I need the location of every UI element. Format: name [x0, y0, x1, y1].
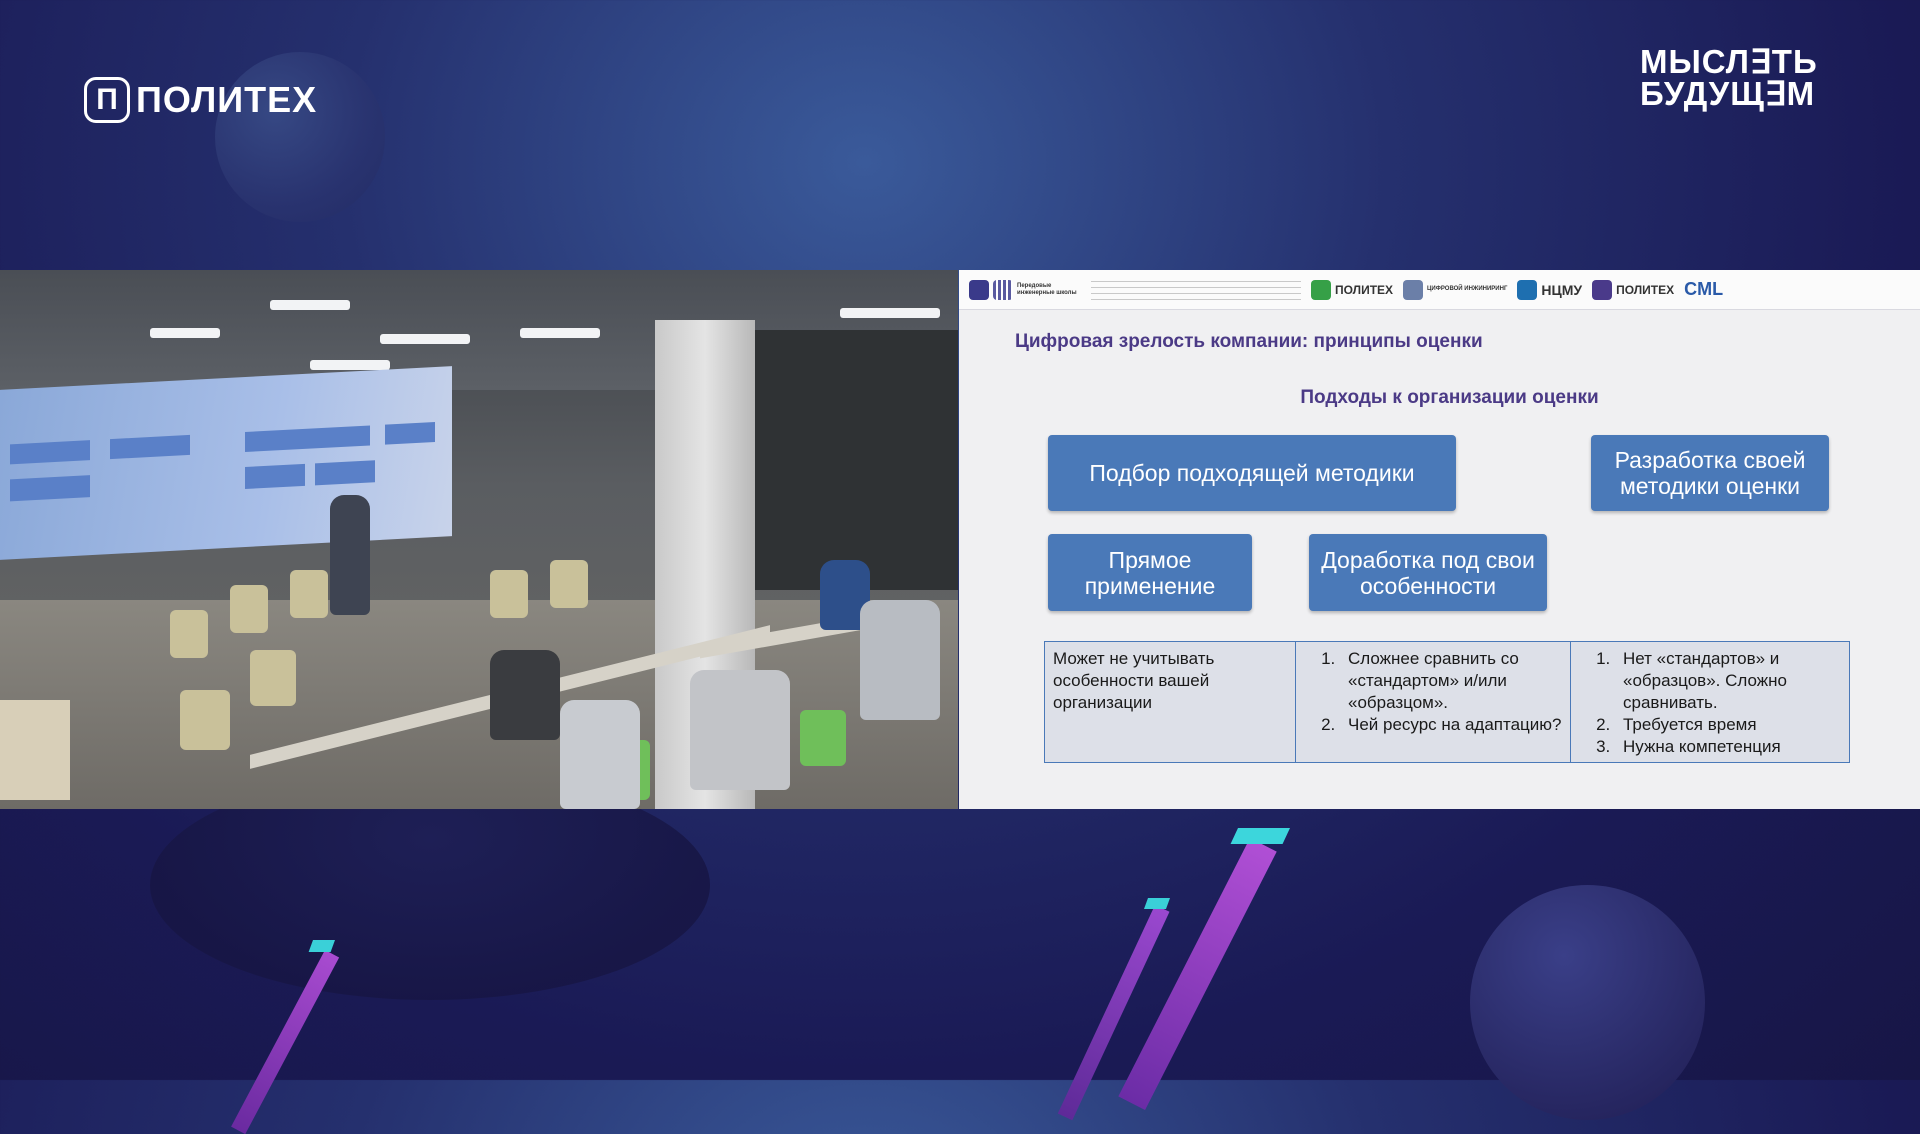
grid-icon — [1403, 279, 1424, 300]
slide-subtitle: Подходы к организации оценки — [1300, 387, 1599, 408]
list-item: Требуется время — [1615, 714, 1841, 736]
attendee — [690, 670, 790, 790]
chair — [170, 610, 208, 658]
background-sphere — [1470, 885, 1705, 1120]
event-logo-line2: БУДУЩ∃М — [1640, 75, 1816, 112]
chair — [290, 570, 328, 618]
side-table — [0, 700, 70, 800]
logo-politeh: ПОЛИТЕХ — [1311, 279, 1393, 300]
chair — [230, 585, 268, 633]
ceiling-light — [270, 300, 350, 310]
back-wall — [755, 330, 958, 590]
slide-header-logos: Передовые инженерные школы ПОЛИТЕХ ЦИФРО… — [959, 270, 1920, 310]
box-direct-use: Прямое применение — [1048, 534, 1252, 611]
box-select-method: Подбор подходящей методики — [1048, 435, 1456, 511]
list-item: Нужна компетенция — [1615, 736, 1841, 758]
chair — [490, 570, 528, 618]
video-feed — [0, 270, 958, 809]
logo-ncmu: НЦМУ — [1517, 279, 1582, 300]
ceiling-light — [380, 334, 470, 344]
decorative-bar-cap — [308, 940, 335, 952]
presenter — [330, 495, 370, 615]
table-cell-adapt: Сложнее сравнить со «стандартом» и/или «… — [1296, 642, 1571, 762]
list-item: Чей ресурс на адаптацию? — [1340, 714, 1562, 736]
event-logo-line1: МЫСЛ∃ТЬ — [1640, 43, 1818, 80]
politeh-logo-text: ПОЛИТЕХ — [136, 79, 318, 120]
box-adapt: Доработка под свои особенности — [1309, 534, 1547, 611]
event-logo: МЫСЛ∃ТЬ БУДУЩ∃М — [1640, 43, 1818, 112]
decorative-bar-cap — [1143, 898, 1170, 909]
list-item: Нет «стандартов» и «образцов». Сложно ср… — [1615, 648, 1841, 714]
tower-icon — [1592, 279, 1613, 300]
ceiling-light — [310, 360, 390, 370]
presentation-slide: Передовые инженерные школы ПОЛИТЕХ ЦИФРО… — [959, 270, 1920, 809]
triangle-icon — [969, 279, 989, 300]
ceiling-light — [520, 328, 600, 338]
table-cell-direct-use: Может не учитывать особенности вашей орг… — [1045, 642, 1296, 762]
slide-title: Цифровая зрелость компании: принципы оце… — [1015, 331, 1483, 352]
chair — [180, 690, 230, 750]
attendee — [560, 700, 640, 809]
projection-screen — [0, 366, 452, 560]
logo-cifrovoy-inzhiniring: ЦИФРОВОЙ ИНЖИНИРИНГ — [1403, 279, 1507, 300]
box-develop-own-method: Разработка своей методики оценки — [1591, 435, 1829, 511]
logo-politeh-2: ПОЛИТЕХ — [1592, 279, 1674, 300]
politeh-logo: П ПОЛИТЕХ — [84, 77, 317, 123]
comparison-table: Может не учитывать особенности вашей орг… — [1044, 641, 1850, 763]
wave-icon — [1517, 279, 1538, 300]
chair — [550, 560, 588, 608]
decorative-bar-cap — [1230, 828, 1290, 844]
logo-cml: CML — [1684, 279, 1724, 299]
list-item: Сложнее сравнить со «стандартом» и/или «… — [1340, 648, 1562, 714]
chair — [800, 710, 846, 766]
logo-peredovye-shkoly: Передовые инженерные школы — [969, 279, 1081, 300]
politeh-logo-mark: П — [84, 77, 130, 123]
attendee — [490, 650, 560, 740]
ceiling-light — [840, 308, 940, 318]
politeh-mark-icon — [1311, 279, 1331, 300]
attendee — [860, 600, 940, 720]
dots-icon — [993, 279, 1013, 300]
table-cell-own-method: Нет «стандартов» и «образцов». Сложно ср… — [1571, 642, 1849, 762]
ceiling-light — [150, 328, 220, 338]
decorative-bar — [1118, 838, 1277, 1111]
disclaimer-text-block — [1091, 275, 1301, 304]
chair — [250, 650, 296, 706]
